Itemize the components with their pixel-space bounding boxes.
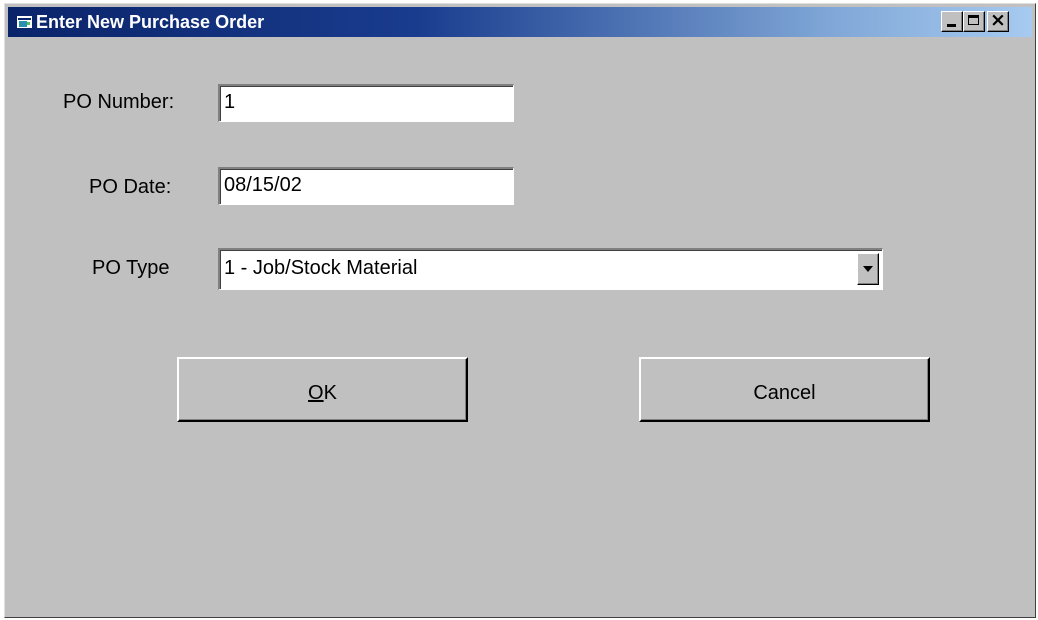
ok-label-rest: K — [323, 382, 337, 404]
purchase-order-window: Enter New Purchase Order × PO Number: 1 … — [4, 3, 1036, 618]
window-title: Enter New Purchase Order — [36, 12, 265, 32]
maximize-icon — [968, 15, 979, 25]
close-button[interactable]: × — [987, 9, 1009, 32]
po-date-label: PO Date: — [89, 176, 172, 198]
po-date-value: 08/15/02 — [224, 174, 302, 196]
po-type-label: PO Type — [92, 257, 170, 279]
minimize-icon — [947, 24, 956, 27]
po-number-value: 1 — [224, 91, 236, 113]
chevron-down-icon — [863, 266, 873, 272]
minimize-button[interactable] — [941, 11, 963, 32]
po-number-label: PO Number: — [63, 91, 175, 113]
ok-button-label: OK — [308, 382, 337, 404]
cancel-button-label: Cancel — [753, 382, 816, 404]
dropdown-button[interactable] — [857, 253, 879, 285]
title-bar[interactable]: Enter New Purchase Order × — [8, 7, 1032, 37]
po-date-field[interactable]: 08/15/02 — [218, 167, 514, 205]
ok-button[interactable]: OK — [177, 357, 468, 422]
close-icon: × — [990, 9, 1006, 31]
po-type-select[interactable]: 1 - Job/Stock Material — [218, 248, 883, 290]
ok-mnemonic: O — [308, 382, 324, 404]
po-number-field[interactable]: 1 — [218, 84, 514, 122]
maximize-button[interactable] — [963, 11, 985, 32]
app-icon — [17, 16, 32, 28]
cancel-button[interactable]: Cancel — [639, 357, 930, 422]
po-type-selected-value: 1 - Job/Stock Material — [224, 257, 418, 279]
